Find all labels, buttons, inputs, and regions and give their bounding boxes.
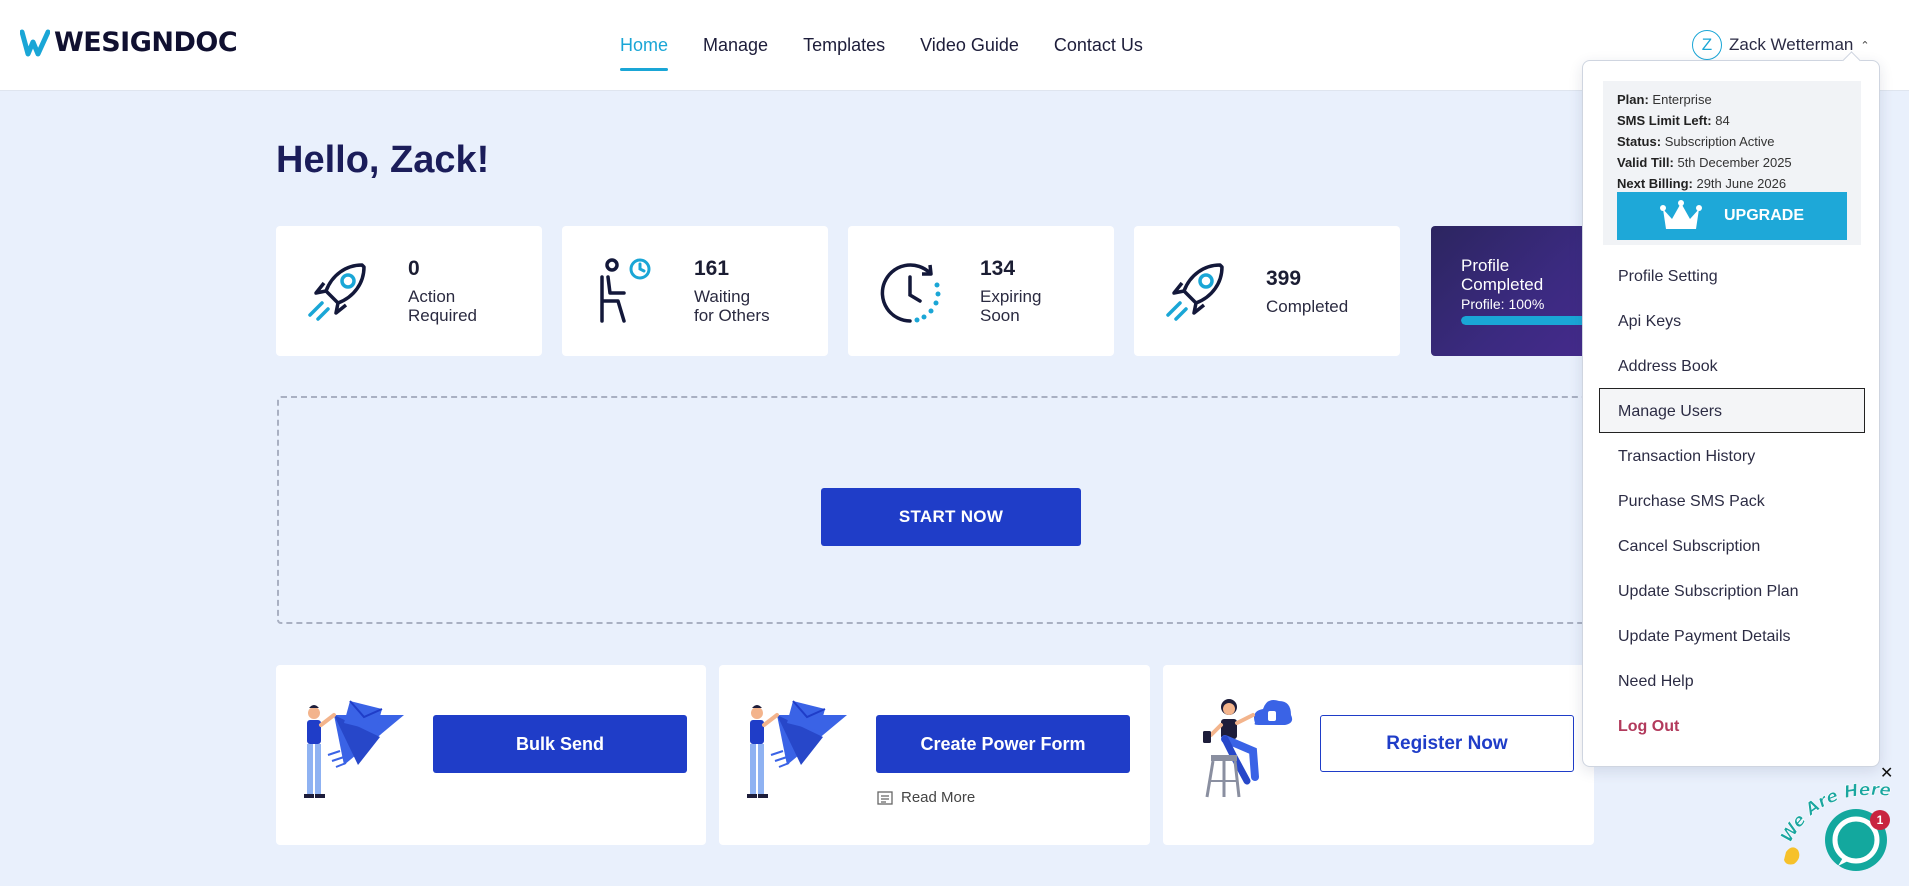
stat-label: Completed [1266, 296, 1349, 316]
next-billing-value: 29th June 2026 [1696, 176, 1787, 191]
brand-logo[interactable]: WESIGNDOC [20, 27, 238, 58]
register-now-button[interactable]: Register Now [1320, 715, 1574, 772]
sms-limit-row: SMS Limit Left: 84 [1617, 110, 1861, 131]
bulk-send-card: Bulk Send [276, 665, 706, 845]
next-billing-row: Next Billing: 29th June 2026 [1617, 173, 1861, 194]
crown-icon [1659, 200, 1702, 229]
profile-progress-bar [1461, 316, 1591, 325]
profile-progress-label: Profile: 100% [1461, 296, 1545, 312]
nav-templates[interactable]: Templates [803, 0, 885, 91]
rocket-icon [308, 263, 366, 321]
logo-w-icon [20, 29, 50, 56]
read-more-link[interactable]: Read More [877, 789, 975, 806]
create-power-form-button[interactable]: Create Power Form [876, 715, 1130, 773]
valid-till-label: Valid Till: [1617, 155, 1674, 170]
stat-count: 399 [1266, 266, 1302, 290]
nav-video-guide[interactable]: Video Guide [920, 0, 1019, 91]
stat-label: Waiting [694, 287, 751, 306]
read-more-label: Read More [901, 789, 976, 806]
menu-cancel-subscription[interactable]: Cancel Subscription [1599, 523, 1865, 568]
stat-count: 134 [980, 257, 1016, 280]
stat-label: Soon [980, 306, 1020, 325]
greeting-title: Hello, Zack! [276, 139, 490, 181]
rocket-icon [1166, 263, 1224, 321]
plan-value: Enterprise [1652, 92, 1712, 107]
menu-api-keys[interactable]: Api Keys [1599, 298, 1865, 343]
user-menu-toggle[interactable]: Z Zack Wetterman ⌃ [1692, 30, 1870, 60]
stat-label: Expiring [980, 287, 1042, 306]
stat-card-expiring-soon[interactable]: 134 Expiring Soon [848, 226, 1114, 356]
status-label: Status: [1617, 134, 1662, 149]
clock-icon [880, 263, 941, 323]
stat-card-action-required[interactable]: 0 Action Required [276, 226, 542, 356]
paper-plane-illustration-icon [747, 700, 847, 798]
notification-badge: 1 [1870, 810, 1890, 830]
register-card: Register Now [1163, 665, 1594, 845]
brand-name: WESIGNDOC [54, 27, 238, 58]
nav-manage[interactable]: Manage [703, 0, 768, 91]
sms-limit-value: 84 [1715, 113, 1730, 128]
menu-transaction-history[interactable]: Transaction History [1599, 433, 1865, 478]
paper-plane-illustration-icon [304, 700, 404, 798]
upgrade-label: UPGRADE [1723, 207, 1804, 224]
stat-card-waiting-for-others[interactable]: 161 Waiting for Others [562, 226, 828, 356]
plan-label: Plan: [1617, 92, 1649, 107]
profile-progress-fill [1461, 316, 1591, 325]
support-person-illustration-icon [1203, 699, 1293, 798]
status-row: Status: Subscription Active [1617, 131, 1861, 152]
chat-widget[interactable]: We Are Here! 1 [1774, 759, 1900, 884]
sms-limit-label: SMS Limit Left: [1617, 113, 1712, 128]
menu-purchase-sms-pack[interactable]: Purchase SMS Pack [1599, 478, 1865, 523]
user-dropdown-menu: Plan: Enterprise SMS Limit Left: 84 Stat… [1582, 60, 1880, 767]
next-billing-label: Next Billing: [1617, 176, 1693, 191]
stat-card-completed[interactable]: 399 Completed [1134, 226, 1400, 356]
valid-till-value: 5th December 2025 [1677, 155, 1792, 170]
menu-log-out[interactable]: Log Out [1599, 703, 1865, 748]
bulk-send-button[interactable]: Bulk Send [433, 715, 687, 773]
upgrade-button[interactable]: UPGRADE [1617, 192, 1847, 240]
nav-home[interactable]: Home [620, 0, 669, 91]
stat-label: for Others [694, 306, 770, 325]
start-now-button[interactable]: START NOW [821, 488, 1081, 546]
profile-completion-card[interactable]: Profile Completed Profile: 100% [1431, 226, 1591, 356]
stat-label: Required [408, 306, 477, 325]
menu-update-subscription-plan[interactable]: Update Subscription Plan [1599, 568, 1865, 613]
stat-label: Action [408, 287, 456, 306]
plan-row: Plan: Enterprise [1617, 89, 1861, 110]
user-name: Zack Wetterman [1729, 35, 1854, 54]
waiting-person-icon [600, 258, 651, 323]
stat-count: 0 [408, 257, 420, 280]
document-icon [877, 790, 893, 805]
chevron-up-icon: ⌃ [1860, 39, 1870, 52]
profile-title-line1: Profile [1461, 256, 1510, 275]
status-value: Subscription Active [1664, 134, 1775, 149]
valid-till-row: Valid Till: 5th December 2025 [1617, 152, 1861, 173]
stat-count: 161 [694, 257, 730, 280]
avatar: Z [1692, 30, 1722, 60]
nav-contact-us[interactable]: Contact Us [1054, 0, 1143, 91]
power-form-card: Create Power Form Read More [719, 665, 1150, 845]
menu-address-book[interactable]: Address Book [1599, 343, 1865, 388]
main-nav: Home Manage Templates Video Guide Contac… [620, 0, 1143, 91]
profile-title-line2: Completed [1461, 275, 1544, 294]
menu-manage-users[interactable]: Manage Users [1599, 388, 1865, 433]
menu-update-payment-details[interactable]: Update Payment Details [1599, 613, 1865, 658]
menu-profile-setting[interactable]: Profile Setting [1599, 253, 1865, 298]
account-menu-list: Profile Setting Api Keys Address Book Ma… [1599, 253, 1865, 748]
menu-need-help[interactable]: Need Help [1599, 658, 1865, 703]
